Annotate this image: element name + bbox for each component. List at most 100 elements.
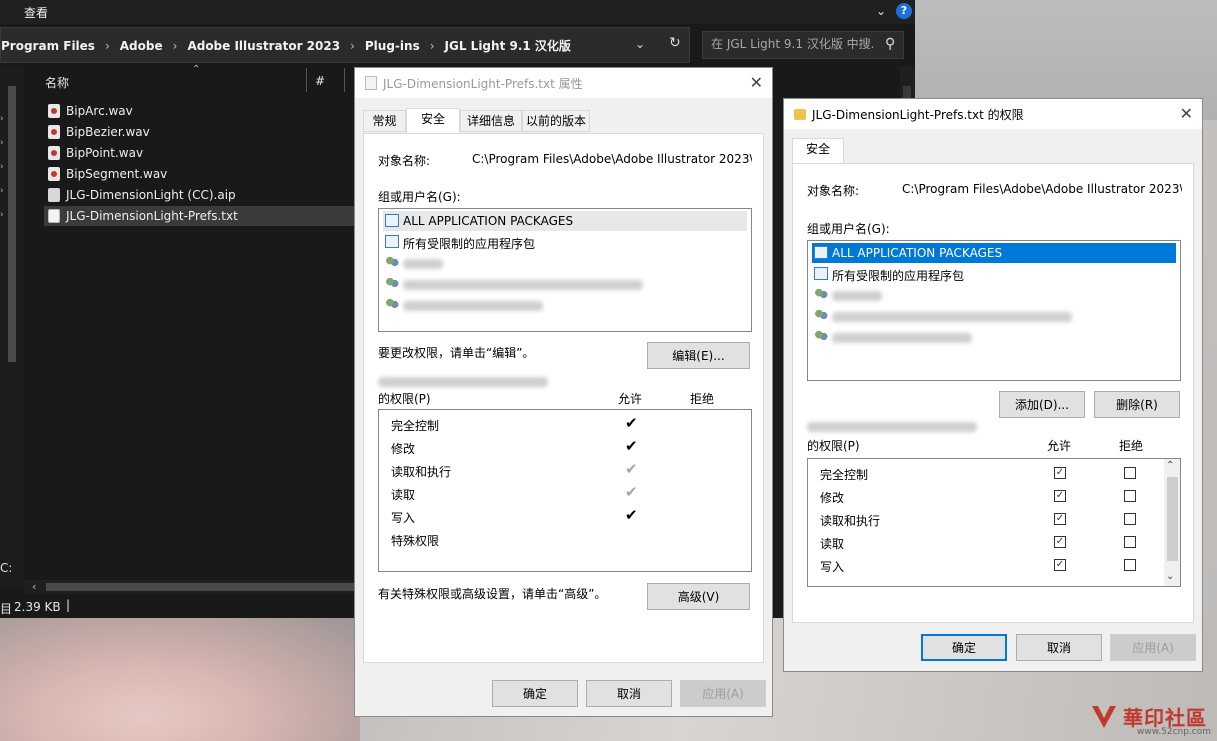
- deny-checkbox[interactable]: [1124, 490, 1136, 502]
- breadcrumb-separator-icon: ›: [350, 39, 355, 53]
- permission-name: 写入: [820, 560, 845, 574]
- ok-button[interactable]: 确定: [921, 634, 1007, 661]
- deny-checkbox[interactable]: [1124, 513, 1136, 525]
- breadcrumb-item[interactable]: Program Files: [1, 39, 95, 53]
- expand-arrow-icon[interactable]: ›: [0, 162, 4, 172]
- breadcrumb-item[interactable]: Plug-ins: [365, 39, 420, 53]
- users-icon: [385, 256, 399, 269]
- dialog-titlebar[interactable]: JLG-DimensionLight-Prefs.txt 属性 ✕: [355, 68, 772, 98]
- allow-checkbox[interactable]: ✓: [1054, 559, 1066, 571]
- allow-checkbox[interactable]: ✓: [1054, 536, 1066, 548]
- search-input[interactable]: [711, 37, 875, 51]
- allow-checkbox[interactable]: ✓: [1054, 513, 1066, 525]
- watermark: 華印社區 www.52cnp.com: [1085, 700, 1217, 741]
- file-row[interactable]: BipPoint.wav: [44, 143, 354, 163]
- breadcrumb-item[interactable]: Adobe Illustrator 2023: [187, 39, 340, 53]
- close-icon[interactable]: ✕: [1180, 104, 1193, 123]
- search-icon[interactable]: ⚲: [885, 36, 895, 52]
- breadcrumb-item[interactable]: JGL Light 9.1 汉化版: [445, 37, 571, 54]
- column-divider[interactable]: [344, 68, 345, 92]
- remove-button[interactable]: 删除(R): [1094, 391, 1180, 418]
- permissions-scrollbar[interactable]: ⌃ ⌄: [1164, 459, 1180, 586]
- permission-row: 读取和执行 ✔: [391, 460, 751, 482]
- permission-name: 写入: [391, 511, 416, 525]
- text-file-icon: [365, 76, 377, 90]
- expand-arrow-icon[interactable]: ›: [0, 114, 4, 124]
- permission-row: 修改 ✓: [820, 486, 1180, 508]
- edit-button[interactable]: 编辑(E)...: [647, 342, 750, 369]
- horizontal-scrollbar[interactable]: ‹: [24, 580, 355, 594]
- deny-checkbox[interactable]: [1124, 536, 1136, 548]
- allow-checkbox[interactable]: ✓: [1054, 467, 1066, 479]
- edit-hint: 要更改权限，请单击“编辑”。: [378, 346, 535, 360]
- breadcrumb-separator-icon: ›: [104, 39, 110, 53]
- audio-file-icon: [48, 104, 60, 118]
- scroll-thumb[interactable]: [1167, 477, 1178, 561]
- list-item[interactable]: ALL APPLICATION PACKAGES: [383, 211, 747, 231]
- group-name: ALL APPLICATION PACKAGES: [832, 246, 1003, 260]
- column-number[interactable]: #: [315, 74, 325, 88]
- file-row[interactable]: BipArc.wav: [44, 101, 354, 121]
- deny-checkbox[interactable]: [1124, 559, 1136, 571]
- tab-security[interactable]: 安全: [406, 108, 460, 134]
- tab-details[interactable]: 详细信息: [460, 110, 522, 132]
- file-row[interactable]: JLG-DimensionLight (CC).aip: [44, 185, 354, 205]
- file-name: JLG-DimensionLight-Prefs.txt: [66, 209, 238, 223]
- scroll-left-icon[interactable]: ‹: [32, 580, 36, 593]
- redacted-text: [832, 333, 972, 343]
- expand-arrow-icon[interactable]: ›: [0, 186, 4, 196]
- scroll-thumb[interactable]: [46, 583, 355, 591]
- permission-name: 读取和执行: [820, 514, 881, 528]
- chevron-down-icon[interactable]: ⌄: [876, 4, 886, 18]
- scroll-up-icon[interactable]: ⌃: [1166, 460, 1174, 471]
- permission-row: 读取 ✔: [391, 483, 751, 505]
- users-icon: [814, 330, 828, 343]
- column-divider[interactable]: [306, 68, 307, 92]
- breadcrumb-item[interactable]: Adobe: [120, 39, 163, 53]
- file-row[interactable]: BipBezier.wav: [44, 122, 354, 142]
- menu-view[interactable]: 查看: [24, 4, 48, 21]
- column-name[interactable]: 名称: [45, 74, 69, 91]
- search-box[interactable]: ⚲: [702, 31, 904, 59]
- redacted-text: [832, 291, 882, 301]
- tab-previous-versions[interactable]: 以前的版本: [522, 110, 590, 132]
- group-users-list[interactable]: ALL APPLICATION PACKAGES 所有受限制的应用程序包: [378, 208, 752, 332]
- tab-general[interactable]: 常规: [363, 110, 406, 132]
- check-icon: ✔: [625, 414, 638, 432]
- dialog-titlebar[interactable]: JLG-DimensionLight-Prefs.txt 的权限 ✕: [784, 99, 1202, 129]
- tab-security[interactable]: 安全: [792, 138, 844, 164]
- apply-button[interactable]: 应用(A): [680, 680, 766, 707]
- permission-row: 读取和执行 ✓: [820, 509, 1180, 531]
- cancel-button[interactable]: 取消: [586, 680, 672, 707]
- help-icon[interactable]: ?: [896, 3, 912, 19]
- nav-scrollbar[interactable]: [8, 86, 16, 362]
- scroll-down-icon[interactable]: ⌄: [1166, 571, 1174, 582]
- permission-name: 完全控制: [820, 468, 869, 482]
- file-row-selected[interactable]: JLG-DimensionLight-Prefs.txt: [44, 206, 354, 226]
- expand-arrow-icon[interactable]: ›: [0, 138, 4, 148]
- redacted-text: [403, 259, 443, 269]
- apply-button[interactable]: 应用(A): [1110, 634, 1196, 661]
- deny-checkbox[interactable]: [1124, 467, 1136, 479]
- status-bar: 目 2.39 KB |: [0, 598, 360, 618]
- expand-arrow-icon[interactable]: ›: [0, 210, 4, 220]
- cancel-button[interactable]: 取消: [1016, 634, 1102, 661]
- group-users-list[interactable]: ALL APPLICATION PACKAGES 所有受限制的应用程序包: [807, 240, 1181, 381]
- close-icon[interactable]: ✕: [750, 73, 763, 92]
- refresh-icon[interactable]: ↻: [669, 35, 681, 51]
- allow-checkbox[interactable]: ✓: [1054, 490, 1066, 502]
- advanced-hint: 有关特殊权限或高级设置，请单击“高级”。: [378, 587, 607, 601]
- redacted-text: [807, 422, 977, 432]
- add-button[interactable]: 添加(D)...: [999, 391, 1085, 418]
- ok-button[interactable]: 确定: [492, 680, 578, 707]
- file-row[interactable]: BipSegment.wav: [44, 164, 354, 184]
- redacted-text: [832, 312, 1072, 322]
- plugin-file-icon: [48, 188, 60, 202]
- advanced-button[interactable]: 高级(V): [647, 583, 750, 610]
- list-item-selected[interactable]: ALL APPLICATION PACKAGES: [812, 243, 1176, 263]
- file-name: BipSegment.wav: [66, 167, 168, 181]
- group-name: 所有受限制的应用程序包: [403, 237, 536, 251]
- nav-drive-label[interactable]: C:: [0, 561, 12, 575]
- address-dropdown-icon[interactable]: ⌄: [635, 37, 645, 51]
- address-bar[interactable]: Program Files › Adobe › Adobe Illustrator 20…: [0, 27, 690, 63]
